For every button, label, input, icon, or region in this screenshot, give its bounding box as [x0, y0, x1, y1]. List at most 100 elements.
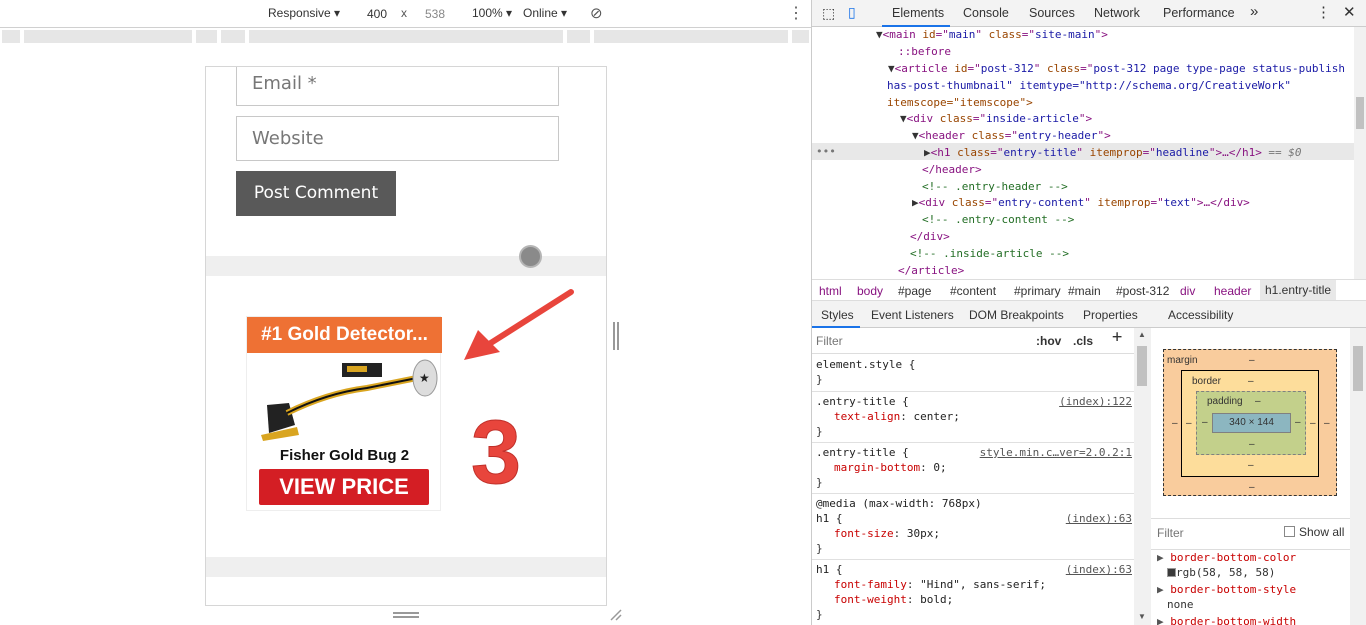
computed-prop[interactable]: ▶ border-bottom-width	[1157, 615, 1296, 625]
media-query-ruler[interactable]	[0, 28, 811, 45]
annotation-arrow	[464, 289, 574, 360]
media-query: @media (max-width: 768px)	[816, 497, 982, 510]
post-comment-button[interactable]: Post Comment	[236, 171, 396, 216]
dom-line[interactable]: ▼<header class="entry-header">	[912, 128, 1111, 145]
corner-resize-icon[interactable]	[609, 608, 623, 622]
dom-line[interactable]: </article>	[898, 263, 964, 279]
computed-prop[interactable]: ▶ border-bottom-style	[1157, 583, 1296, 596]
box-padding[interactable]: padding – – – – 340 × 144	[1196, 391, 1306, 455]
close-icon[interactable]: ✕	[1343, 3, 1356, 21]
emulated-page[interactable]: Email * Website Post Comment #1 Gold Det…	[205, 66, 607, 606]
rule-selector[interactable]: h1 {	[816, 562, 843, 577]
crumb[interactable]: #main	[1068, 284, 1101, 298]
crumb[interactable]: #content	[950, 284, 996, 298]
crumb[interactable]: div	[1180, 284, 1195, 298]
tab-dom-breakpoints[interactable]: DOM Breakpoints	[969, 308, 1064, 322]
declaration[interactable]: text-align: center;	[834, 409, 960, 424]
right-scroll-thumb[interactable]	[1353, 346, 1363, 391]
crumb[interactable]: header	[1214, 284, 1251, 298]
computed-pane: Show all ▶ border-bottom-color rgb(58, 5…	[1151, 518, 1355, 625]
dom-line[interactable]: ▼<div class="inside-article">	[900, 111, 1092, 128]
dom-line[interactable]: ▼<article id="post-312" class="post-312 …	[888, 61, 1345, 78]
dimension-separator: x	[401, 6, 407, 20]
crumb-current[interactable]: h1.entry-title	[1260, 280, 1337, 300]
tab-performance[interactable]: Performance	[1163, 6, 1235, 20]
dom-scroll-thumb[interactable]	[1356, 97, 1364, 129]
website-field[interactable]: Website	[236, 116, 559, 161]
computed-prop[interactable]: ▶ border-bottom-color	[1157, 551, 1296, 564]
dom-line[interactable]: ▶<div class="entry-content" itemprop="te…	[912, 195, 1250, 212]
devtools-menu-icon[interactable]: ⋮	[1316, 3, 1331, 21]
dom-line[interactable]: ::before	[898, 44, 951, 61]
class-toggle[interactable]: .cls	[1073, 334, 1093, 349]
dom-line[interactable]: itemscope="itemscope">	[887, 95, 1033, 112]
show-all-checkbox[interactable]	[1284, 526, 1295, 537]
dom-scrollbar[interactable]	[1354, 27, 1366, 279]
section-divider	[206, 256, 606, 276]
dom-line-selected[interactable]: ▶<h1 class="entry-title" itemprop="headl…	[924, 145, 1302, 162]
zoom-select[interactable]: 100% ▾	[472, 6, 512, 20]
device-select[interactable]: Responsive ▾	[268, 6, 340, 20]
right-pane-scrollbar[interactable]	[1350, 328, 1366, 625]
box-content[interactable]: 340 × 144	[1212, 413, 1291, 433]
ad-banner[interactable]: #1 Gold Detector... ★ Fisher Gold Bug 2 …	[246, 316, 442, 511]
box-border[interactable]: border – – – – padding – – – – 340 × 144	[1181, 370, 1319, 477]
rule-selector[interactable]: .entry-title {	[816, 394, 909, 409]
device-label: Responsive	[268, 6, 331, 20]
rule-source-link[interactable]: style.min.c…ver=2.0.2:1	[980, 445, 1132, 460]
device-toggle-icon[interactable]: ▯	[848, 4, 856, 21]
more-tabs-icon[interactable]: »	[1250, 3, 1258, 20]
crumb[interactable]: html	[819, 284, 842, 298]
tab-sources[interactable]: Sources	[1029, 6, 1075, 20]
box-margin[interactable]: margin – – – – border – – – – padding – …	[1163, 349, 1337, 496]
computed-value: rgb(58, 58, 58)	[1167, 566, 1275, 579]
view-price-button[interactable]: VIEW PRICE	[259, 469, 429, 505]
crumb[interactable]: #post-312	[1116, 284, 1169, 298]
dom-line[interactable]: <!-- .inside-article -->	[910, 246, 1069, 263]
dom-line[interactable]: <!-- .entry-header -->	[922, 179, 1068, 196]
dom-line[interactable]: </div>	[910, 229, 950, 246]
email-field[interactable]: Email *	[236, 67, 559, 106]
styles-filter-input[interactable]	[816, 332, 1026, 350]
tab-styles[interactable]: Styles	[821, 308, 854, 322]
computed-filter-input[interactable]	[1157, 525, 1267, 541]
rule-selector[interactable]: h1 {	[816, 511, 843, 526]
styles-scroll-thumb[interactable]	[1137, 346, 1147, 386]
dom-line[interactable]: <!-- .entry-content -->	[922, 212, 1074, 229]
width-input[interactable]	[352, 5, 402, 23]
rule-selector[interactable]: .entry-title {	[816, 445, 909, 460]
tab-accessibility[interactable]: Accessibility	[1168, 308, 1233, 322]
network-select[interactable]: Online ▾	[523, 6, 567, 20]
height-input[interactable]	[410, 5, 460, 23]
right-resize-handle[interactable]	[613, 322, 619, 350]
declaration[interactable]: margin-bottom: 0;	[834, 460, 947, 475]
rule-source-link[interactable]: (index):63	[1066, 511, 1132, 526]
declaration[interactable]: font-size: 30px;	[834, 526, 940, 541]
dom-tree[interactable]: ••• ▼<main id="main" class="site-main"> …	[812, 27, 1354, 279]
tab-console[interactable]: Console	[963, 6, 1009, 20]
new-rule-icon[interactable]: +	[1112, 329, 1122, 346]
more-options-icon[interactable]: ⋮	[788, 3, 804, 23]
node-ellipsis-icon[interactable]: •••	[816, 144, 836, 161]
declaration[interactable]: font-family: "Hind", sans-serif;	[834, 577, 1046, 592]
dom-line[interactable]: has-post-thumbnail" itemtype="http://sch…	[887, 78, 1291, 95]
rule-selector[interactable]: element.style {	[816, 357, 915, 372]
bottom-resize-handle[interactable]	[393, 612, 419, 618]
rule-source-link[interactable]: (index):63	[1066, 562, 1132, 577]
dom-line[interactable]: ▼<main id="main" class="site-main">	[876, 27, 1108, 44]
tab-properties[interactable]: Properties	[1083, 308, 1138, 322]
declaration[interactable]: font-weight: bold;	[834, 592, 953, 607]
rotate-icon[interactable]: ⊘	[590, 4, 603, 22]
tab-event-listeners[interactable]: Event Listeners	[871, 308, 954, 322]
styles-scrollbar[interactable]: ▲ ▼	[1134, 328, 1151, 625]
dom-line[interactable]: </header>	[922, 162, 982, 179]
crumb[interactable]: #primary	[1014, 284, 1061, 298]
hover-state-toggle[interactable]: :hov	[1036, 334, 1061, 349]
rule-source-link[interactable]: (index):122	[1059, 394, 1132, 409]
tab-network[interactable]: Network	[1094, 6, 1140, 20]
tab-elements[interactable]: Elements	[892, 6, 944, 20]
styles-filter-bar: :hov .cls +	[812, 328, 1134, 354]
crumb[interactable]: #page	[898, 284, 931, 298]
inspect-icon[interactable]: ⬚	[822, 5, 835, 22]
crumb[interactable]: body	[857, 284, 883, 298]
